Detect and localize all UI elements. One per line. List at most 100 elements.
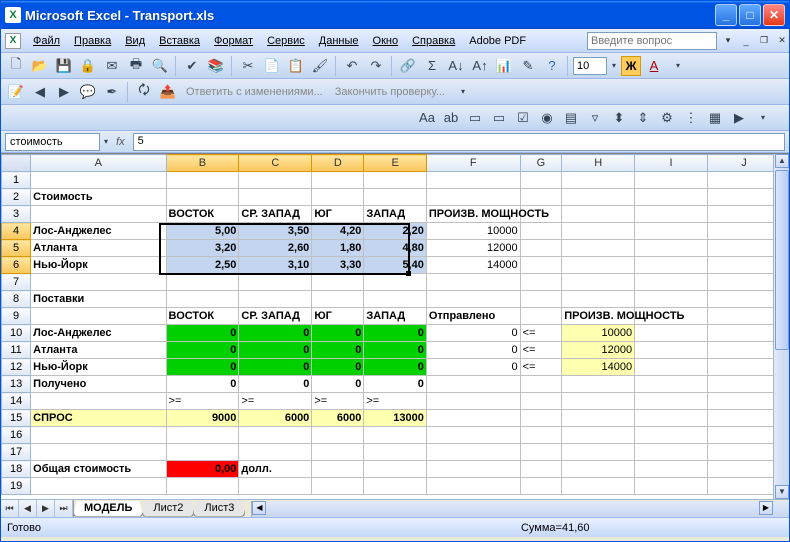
help-search-input[interactable] [587,32,717,50]
cut-icon[interactable]: ✂ [237,55,259,77]
cell-B11[interactable]: 0 [166,342,239,359]
cell-H7[interactable] [562,274,635,291]
cell-B2[interactable] [166,189,239,206]
help-search-dropdown-icon[interactable]: ▾ [721,34,735,48]
row-header-12[interactable]: 12 [2,359,31,376]
cell-E13[interactable]: 0 [364,376,426,393]
cell-J4[interactable] [708,223,781,240]
cell-F18[interactable] [426,461,520,478]
cell-B4[interactable]: 5,00 [166,223,239,240]
row-header-13[interactable]: 13 [2,376,31,393]
cell-B15[interactable]: 9000 [166,410,239,427]
cell-F17[interactable] [426,444,520,461]
cell-J14[interactable] [708,393,781,410]
cell-A10[interactable]: Лос-Анджелес [31,325,166,342]
forms-label-icon[interactable]: Aa [416,107,438,129]
cell-F16[interactable] [426,427,520,444]
fx-icon[interactable]: fx [116,136,125,148]
cell-D3[interactable]: ЮГ [312,206,364,223]
mdi-restore-button[interactable]: ❐ [757,34,771,48]
cell-G12[interactable]: <= [520,359,562,376]
cell-B16[interactable] [166,427,239,444]
menu-format[interactable]: Формат [208,33,259,49]
cell-C5[interactable]: 2,60 [239,240,312,257]
toolbar-options-icon[interactable]: ▾ [667,55,689,77]
cell-C11[interactable]: 0 [239,342,312,359]
cell-G4[interactable] [520,223,562,240]
scroll-right-icon[interactable]: ▶ [759,501,773,515]
mdi-close-button[interactable]: ✕ [775,34,789,48]
cell-D15[interactable]: 6000 [312,410,364,427]
sheet-tab-sheet2[interactable]: Лист2 [142,501,194,517]
cell-C3[interactable]: СР. ЗАПАД [239,206,312,223]
sort-asc-icon[interactable]: A↓ [445,55,467,77]
cell-H10[interactable]: 10000 [562,325,635,342]
cell-D10[interactable]: 0 [312,325,364,342]
cell-G7[interactable] [520,274,562,291]
cell-J7[interactable] [708,274,781,291]
tab-nav-last-icon[interactable]: ⏭ [55,500,73,517]
cell-H12[interactable]: 14000 [562,359,635,376]
menu-view[interactable]: Вид [119,33,151,49]
cell-B9[interactable]: ВОСТОК [166,308,239,325]
forms-props-icon[interactable]: ⚙ [656,107,678,129]
chart-wizard-icon[interactable]: 📊 [493,55,515,77]
cell-C13[interactable]: 0 [239,376,312,393]
row-header-18[interactable]: 18 [2,461,31,478]
cell-J5[interactable] [708,240,781,257]
hyperlink-icon[interactable]: 🔗 [397,55,419,77]
forms-list-icon[interactable]: ▤ [560,107,582,129]
row-header-16[interactable]: 16 [2,427,31,444]
col-header-F[interactable]: F [426,155,520,172]
cell-E14[interactable]: >= [364,393,426,410]
cell-I16[interactable] [635,427,708,444]
row-header-2[interactable]: 2 [2,189,31,206]
cell-J1[interactable] [708,172,781,189]
cell-I3[interactable] [635,206,708,223]
cell-C17[interactable] [239,444,312,461]
cell-H9[interactable]: ПРОИЗВ. МОЩНОСТЬ [562,308,635,325]
col-header-A[interactable]: A [31,155,166,172]
col-header-C[interactable]: C [239,155,312,172]
cell-A19[interactable] [31,478,166,495]
cell-D7[interactable] [312,274,364,291]
cell-C1[interactable] [239,172,312,189]
cell-F3[interactable]: ПРОИЗВ. МОЩНОСТЬ [426,206,520,223]
cell-I19[interactable] [635,478,708,495]
col-header-J[interactable]: J [708,155,781,172]
sheet-tab-sheet3[interactable]: Лист3 [193,501,245,517]
cell-F1[interactable] [426,172,520,189]
row-header-4[interactable]: 4 [2,223,31,240]
cell-J12[interactable] [708,359,781,376]
show-ink-icon[interactable]: ✒ [101,81,123,103]
cell-D13[interactable]: 0 [312,376,364,393]
cell-H4[interactable] [562,223,635,240]
row-header-15[interactable]: 15 [2,410,31,427]
forms-checkbox-icon[interactable]: ☑ [512,107,534,129]
cell-B19[interactable] [166,478,239,495]
cell-A6[interactable]: Нью-Йорк [31,257,166,274]
cell-A14[interactable] [31,393,166,410]
cell-H19[interactable] [562,478,635,495]
cell-D9[interactable]: ЮГ [312,308,364,325]
cell-J11[interactable] [708,342,781,359]
new-doc-icon[interactable]: 🗋 [5,55,27,77]
cell-A5[interactable]: Атланта [31,240,166,257]
cell-F6[interactable]: 14000 [426,257,520,274]
cell-D2[interactable] [312,189,364,206]
col-header-I[interactable]: I [635,155,708,172]
show-comments-icon[interactable]: 💬 [77,81,99,103]
cell-A18[interactable]: Общая стоимость [31,461,166,478]
menu-help[interactable]: Справка [406,33,461,49]
cell-A16[interactable] [31,427,166,444]
print-icon[interactable]: 🖶 [125,55,147,77]
cell-J15[interactable] [708,410,781,427]
col-header-B[interactable]: B [166,155,239,172]
format-painter-icon[interactable]: 🖌 [309,55,331,77]
cell-G8[interactable] [520,291,562,308]
cell-I11[interactable] [635,342,708,359]
cell-E7[interactable] [364,274,426,291]
save-icon[interactable]: 💾 [53,55,75,77]
cell-C15[interactable]: 6000 [239,410,312,427]
select-all-corner[interactable] [2,155,31,172]
